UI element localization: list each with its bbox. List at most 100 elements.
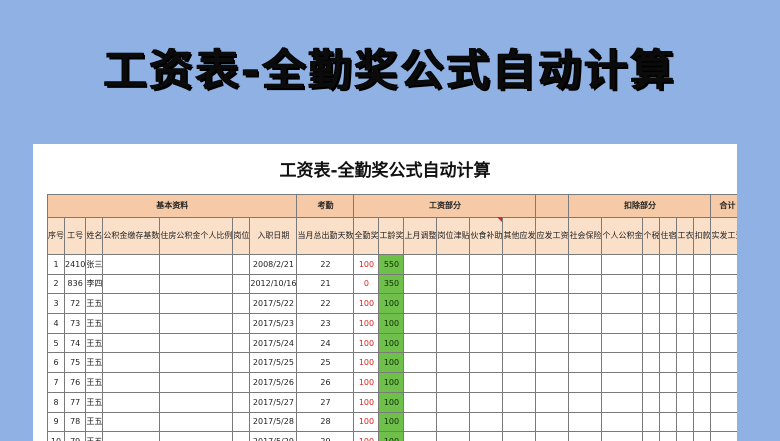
cell-other-pay[interactable] (502, 372, 537, 393)
cell-fund-ratio[interactable] (159, 372, 234, 393)
cell-fund-base[interactable] (102, 273, 161, 295)
cell-seniority[interactable]: 100 (378, 431, 405, 441)
cell-uniform[interactable] (676, 391, 695, 413)
cell-position[interactable] (232, 431, 251, 441)
col-seniority[interactable]: 工龄奖 (378, 217, 405, 255)
cell-fund-ratio[interactable] (159, 332, 234, 354)
cell-days[interactable]: 22 (296, 293, 355, 315)
cell-meal-allow[interactable] (469, 293, 504, 315)
cell-fund-personal[interactable] (601, 391, 644, 413)
cell-fund-base[interactable] (102, 411, 161, 433)
cell-hire-date[interactable]: 2017/5/23 (249, 313, 298, 334)
cell-full-bonus[interactable]: 100 (353, 313, 380, 334)
cell-name[interactable]: 王五 (85, 431, 104, 441)
cell-emp-no[interactable]: 2410 (63, 254, 87, 275)
cell-days[interactable]: 26 (296, 372, 355, 393)
cell-fund-base[interactable] (102, 431, 161, 441)
cell-housing[interactable] (659, 391, 678, 413)
cell-post-allow[interactable] (436, 372, 471, 393)
cell-fund-ratio[interactable] (159, 391, 234, 413)
cell-gross-pay[interactable] (535, 254, 570, 275)
cell-housing[interactable] (659, 293, 678, 315)
cell-last-adjust[interactable] (403, 273, 438, 295)
cell-position[interactable] (232, 313, 251, 334)
cell-fund-personal[interactable] (601, 431, 644, 441)
cell-social[interactable] (568, 254, 603, 275)
cell-housing[interactable] (659, 273, 678, 295)
cell-hire-date[interactable]: 2017/5/24 (249, 332, 298, 354)
cell-gross-pay[interactable] (535, 332, 570, 354)
cell-fund-personal[interactable] (601, 411, 644, 433)
cell-housing[interactable] (659, 313, 678, 334)
cell-meal-allow[interactable] (469, 254, 504, 275)
cell-deduct[interactable] (693, 352, 712, 374)
cell-name[interactable]: 王五 (85, 352, 104, 374)
cell-gross-pay[interactable] (535, 411, 570, 433)
cell-seniority[interactable]: 550 (378, 254, 405, 275)
cell-housing[interactable] (659, 372, 678, 393)
cell-emp-no[interactable]: 72 (63, 293, 87, 315)
cell-seq[interactable]: 7 (47, 372, 65, 393)
cell-days[interactable]: 27 (296, 391, 355, 413)
col-full-bonus[interactable]: 全勤奖 (353, 217, 380, 255)
cell-full-bonus[interactable]: 100 (353, 293, 380, 315)
cell-seniority[interactable]: 100 (378, 293, 405, 315)
cell-fund-personal[interactable] (601, 273, 644, 295)
col-other-pay[interactable]: 其他应发 (502, 217, 537, 255)
cell-uniform[interactable] (676, 273, 695, 295)
cell-seniority[interactable]: 100 (378, 313, 405, 334)
cell-fund-ratio[interactable] (159, 313, 234, 334)
cell-other-pay[interactable] (502, 411, 537, 433)
cell-housing[interactable] (659, 254, 678, 275)
col-housing[interactable]: 住宿 (659, 217, 678, 255)
col-fund-base[interactable]: 公积金缴存基数 (102, 217, 161, 255)
cell-social[interactable] (568, 391, 603, 413)
cell-social[interactable] (568, 352, 603, 374)
col-seq[interactable]: 序号 (47, 217, 65, 255)
cell-full-bonus[interactable]: 100 (353, 332, 380, 354)
cell-emp-no[interactable]: 78 (63, 411, 87, 433)
cell-post-allow[interactable] (436, 273, 471, 295)
cell-meal-allow[interactable] (469, 332, 504, 354)
cell-days[interactable]: 25 (296, 352, 355, 374)
cell-emp-no[interactable]: 836 (63, 273, 87, 295)
cell-name[interactable]: 王五 (85, 391, 104, 413)
cell-days[interactable]: 22 (296, 254, 355, 275)
cell-post-allow[interactable] (436, 254, 471, 275)
cell-position[interactable] (232, 332, 251, 354)
cell-emp-no[interactable]: 77 (63, 391, 87, 413)
cell-fund-ratio[interactable] (159, 411, 234, 433)
cell-meal-allow[interactable] (469, 431, 504, 441)
cell-gross-pay[interactable] (535, 273, 570, 295)
cell-seniority[interactable]: 100 (378, 332, 405, 354)
cell-last-adjust[interactable] (403, 411, 438, 433)
cell-social[interactable] (568, 372, 603, 393)
cell-net-pay[interactable] (710, 313, 737, 334)
cell-seq[interactable]: 5 (47, 332, 65, 354)
cell-meal-allow[interactable] (469, 372, 504, 393)
cell-deduct[interactable] (693, 293, 712, 315)
cell-social[interactable] (568, 293, 603, 315)
cell-housing[interactable] (659, 352, 678, 374)
cell-deduct[interactable] (693, 273, 712, 295)
cell-fund-ratio[interactable] (159, 352, 234, 374)
cell-housing[interactable] (659, 411, 678, 433)
cell-meal-allow[interactable] (469, 273, 504, 295)
cell-full-bonus[interactable]: 100 (353, 391, 380, 413)
cell-net-pay[interactable] (710, 411, 737, 433)
cell-uniform[interactable] (676, 352, 695, 374)
cell-seniority[interactable]: 100 (378, 372, 405, 393)
cell-fund-ratio[interactable] (159, 293, 234, 315)
cell-fund-personal[interactable] (601, 372, 644, 393)
cell-seniority[interactable]: 100 (378, 411, 405, 433)
cell-gross-pay[interactable] (535, 372, 570, 393)
cell-hire-date[interactable]: 2017/5/22 (249, 293, 298, 315)
cell-name[interactable]: 张三 (85, 254, 104, 275)
cell-emp-no[interactable]: 73 (63, 313, 87, 334)
cell-name[interactable]: 王五 (85, 411, 104, 433)
cell-post-allow[interactable] (436, 293, 471, 315)
cell-fund-personal[interactable] (601, 352, 644, 374)
cell-uniform[interactable] (676, 431, 695, 441)
cell-gross-pay[interactable] (535, 293, 570, 315)
cell-net-pay[interactable] (710, 293, 737, 315)
